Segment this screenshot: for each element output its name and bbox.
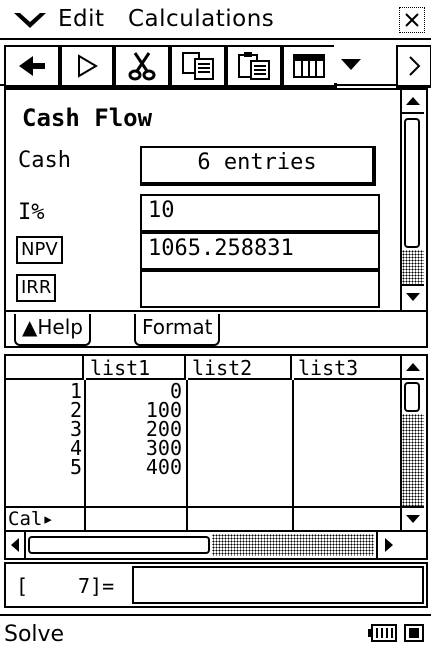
horizontal-scrollbar[interactable] — [6, 532, 402, 558]
hscroll-track[interactable] — [212, 534, 374, 556]
scroll-left-icon[interactable] — [6, 532, 26, 558]
cash-flow-panel: Cash Flow Cash 6 entries I% 10 NPV 1065.… — [4, 88, 428, 348]
more-right-icon — [409, 56, 421, 76]
spreadsheet-icon — [293, 54, 325, 78]
interest-field[interactable]: 10 — [140, 194, 380, 232]
dropdown-button[interactable] — [334, 45, 368, 83]
scroll-track[interactable] — [402, 414, 424, 506]
panel-title: Cash Flow — [22, 104, 153, 132]
entry-index: 7]= — [78, 574, 115, 598]
cal-label[interactable]: Cal▸ — [8, 508, 84, 530]
corner-cell — [6, 356, 84, 380]
copy-icon — [182, 52, 214, 80]
scroll-up-icon[interactable] — [402, 356, 424, 380]
row-numbers: 1 2 3 4 5 — [6, 381, 82, 477]
column-header-list1[interactable]: list1 — [86, 356, 186, 380]
tab-divider — [6, 310, 426, 312]
entry-bracket: [ — [16, 574, 29, 598]
scroll-thumb[interactable] — [404, 382, 420, 412]
paste-button[interactable] — [226, 45, 283, 88]
paste-icon — [238, 52, 270, 80]
more-right-button[interactable] — [396, 45, 431, 88]
status-bar: Solve — [0, 614, 431, 650]
menu-icon[interactable] — [12, 10, 48, 30]
panel-scrollbar[interactable] — [400, 90, 426, 310]
scroll-down-icon[interactable] — [402, 506, 424, 530]
entry-line: [ 7]= — [4, 562, 428, 608]
column-header-list2[interactable]: list2 — [188, 356, 292, 380]
tab-format[interactable]: Format — [134, 314, 221, 346]
battery-icon — [368, 624, 398, 646]
list1-column: 0 100 200 300 400 — [86, 381, 182, 477]
column-header-list3[interactable]: list3 — [294, 356, 402, 380]
menu-calculations[interactable]: Calculations — [128, 6, 274, 32]
interest-label: I% — [18, 200, 45, 225]
col-line — [186, 380, 188, 506]
scroll-down-icon[interactable] — [402, 284, 424, 308]
menu-edit[interactable]: Edit — [58, 6, 105, 32]
play-button[interactable] — [60, 45, 115, 88]
irr-field[interactable] — [140, 270, 380, 308]
toolbar — [0, 42, 431, 88]
col-line — [292, 508, 294, 530]
entry-input[interactable] — [132, 566, 424, 604]
cut-icon — [128, 52, 156, 81]
back-button[interactable] — [4, 45, 61, 88]
list1-cell[interactable]: 400 — [86, 457, 182, 477]
scroll-right-icon[interactable] — [376, 532, 400, 558]
play-icon — [78, 54, 98, 78]
copy-button[interactable] — [170, 45, 227, 88]
scroll-track[interactable] — [402, 250, 424, 284]
cash-label: Cash — [18, 148, 71, 173]
mode-label[interactable]: Solve — [4, 622, 64, 647]
chevron-down-double-icon — [14, 13, 46, 28]
hscroll-thumb[interactable] — [28, 536, 210, 554]
row-number[interactable]: 5 — [6, 457, 82, 477]
cut-button[interactable] — [114, 45, 171, 88]
dropdown-icon — [341, 59, 361, 70]
col-line — [186, 508, 188, 530]
irr-button[interactable]: IRR — [16, 274, 57, 302]
col-line — [84, 508, 86, 530]
scroll-up-icon[interactable] — [402, 90, 424, 114]
col-line — [292, 380, 294, 506]
scroll-thumb[interactable] — [404, 118, 420, 248]
menu-bar: Edit Calculations — [0, 0, 431, 40]
sheet-scrollbar[interactable] — [400, 356, 426, 530]
close-icon[interactable] — [399, 7, 425, 33]
cash-entries-button[interactable]: 6 entries — [140, 146, 376, 186]
tab-help[interactable]: ▲Help — [14, 314, 91, 346]
back-arrow-icon — [19, 56, 45, 76]
spreadsheet-button[interactable] — [282, 45, 337, 88]
npv-button[interactable]: NPV — [16, 236, 63, 264]
square-toggle-icon[interactable] — [404, 624, 424, 642]
npv-field[interactable]: 1065.258831 — [140, 232, 380, 270]
list-editor: list1 list2 list3 1 2 3 4 5 0 100 200 30… — [4, 354, 428, 560]
